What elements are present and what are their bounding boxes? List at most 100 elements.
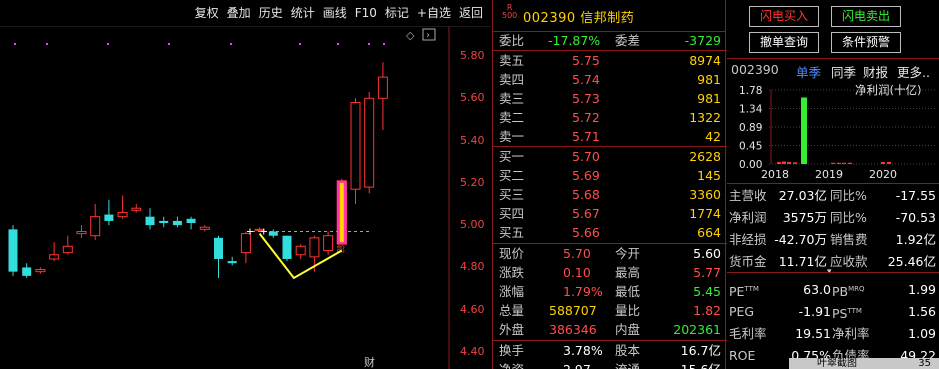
ratio-value: -1.91: [798, 304, 831, 319]
finance-report-marker[interactable]: 财: [364, 355, 375, 369]
toolbar-button-3[interactable]: 统计: [287, 0, 319, 27]
finance-value: -17.55: [895, 188, 936, 203]
bid-row[interactable]: 买一 5.70 2628: [493, 147, 727, 166]
candle[interactable]: [240, 231, 251, 264]
candlestick-chart[interactable]: ◇ ›ஐ财: [0, 27, 491, 369]
info-dot: [337, 43, 339, 45]
candle[interactable]: [323, 231, 334, 255]
bid-volume: 2628: [689, 149, 721, 164]
stat-row: 现价 5.70 今开 5.60: [493, 244, 727, 263]
finance-value: 25.46亿: [887, 254, 936, 269]
candle[interactable]: [49, 242, 60, 262]
stat-value: 386346: [549, 322, 597, 337]
finance-value: -42.70万: [774, 232, 827, 247]
stat-label: 涨幅: [499, 284, 525, 299]
bid-price: 5.68: [572, 187, 600, 202]
candle[interactable]: [364, 91, 375, 194]
bid-row[interactable]: 买四 5.67 1774: [493, 204, 727, 223]
bid-row[interactable]: 买五 5.66 664: [493, 223, 727, 242]
extra-row: 净资 2.97 流通 15.6亿: [493, 360, 727, 369]
chart-toolbar: 复权 叠加 历史 统计 画线 F10 标记 +自选 返回: [0, 0, 491, 27]
finance-value: 27.03亿: [778, 188, 827, 203]
candle[interactable]: [214, 235, 223, 278]
finance-tab-2[interactable]: 财报: [863, 62, 888, 81]
candle[interactable]: [199, 225, 210, 232]
candle[interactable]: [282, 235, 292, 262]
bottom-status-bar: 叶翠截图 35: [789, 358, 939, 369]
side-button-3[interactable]: 条件预警: [831, 32, 901, 53]
finance-tab-3[interactable]: 更多..: [897, 62, 930, 81]
info-dot: [368, 43, 370, 45]
bid-price: 5.67: [572, 206, 600, 221]
bid-row[interactable]: 买二 5.69 145: [493, 166, 727, 185]
ask-row[interactable]: 卖二 5.72 1322: [493, 108, 727, 127]
weibi-value: -17.87%: [548, 33, 601, 48]
side-button-0[interactable]: 闪电买入: [749, 6, 819, 27]
candle[interactable]: [254, 227, 265, 232]
weibi-row: 委比 -17.87% 委差 -3729: [493, 31, 727, 50]
finance-tab-0[interactable]: 单季: [796, 62, 821, 81]
toolbar-button-5[interactable]: F10: [351, 0, 381, 27]
candle[interactable]: [377, 62, 388, 130]
toolbar-button-0[interactable]: 复权: [191, 0, 223, 27]
finance-tab-1[interactable]: 同季: [831, 62, 856, 81]
candle-body: [62, 245, 73, 254]
finance-row: 非经损 -42.70万 销售费 1.92亿: [727, 229, 939, 250]
extra-label: 净资: [499, 360, 524, 369]
candle[interactable]: [76, 225, 87, 238]
ask-label: 卖四: [499, 72, 525, 87]
finance-chart-title: 净利润(十亿): [855, 83, 921, 97]
bid-volume: 664: [697, 225, 721, 240]
candle-body: [172, 220, 182, 226]
diamond-icon[interactable]: ◇: [406, 29, 415, 42]
candle[interactable]: [22, 263, 32, 278]
toolbar-button-2[interactable]: 历史: [255, 0, 287, 27]
candle[interactable]: [145, 208, 155, 230]
price-tick-label: 4.80: [460, 260, 485, 274]
finance-row: 净利润 3575万 同比% -70.53: [727, 207, 939, 228]
ask-row[interactable]: 卖四 5.74 981: [493, 70, 727, 89]
finance-bar: [887, 161, 891, 164]
candle[interactable]: [295, 244, 306, 259]
bid-row[interactable]: 买三 5.68 3360: [493, 185, 727, 204]
ask-row[interactable]: 卖一 5.71 42: [493, 127, 727, 146]
price-tick-label: 5.80: [460, 49, 485, 62]
ask-row[interactable]: 卖三 5.73 981: [493, 89, 727, 108]
stat-label: 总量: [499, 303, 525, 318]
candle[interactable]: [227, 256, 237, 266]
candle[interactable]: [186, 216, 196, 230]
ratio-label: PBMRQ: [832, 284, 865, 300]
candle[interactable]: [159, 216, 169, 228]
stock-title[interactable]: 002390 信邦制药: [523, 7, 634, 26]
candle[interactable]: [62, 235, 73, 255]
side-button-1[interactable]: 闪电卖出: [831, 6, 901, 27]
side-button-2[interactable]: 撤单查询: [749, 32, 819, 53]
info-dot: [299, 43, 301, 45]
toolbar-button-6[interactable]: 标记: [381, 0, 413, 27]
ask-row[interactable]: 卖五 5.75 8974: [493, 51, 727, 70]
toolbar-button-7[interactable]: +自选: [413, 0, 455, 27]
toolbar-button-4[interactable]: 画线: [319, 0, 351, 27]
ratio-label: ROE: [729, 348, 756, 363]
ask-price: 5.72: [572, 110, 600, 125]
candle[interactable]: [8, 225, 18, 276]
candle[interactable]: [35, 267, 46, 274]
candle-body: [282, 235, 292, 259]
candle[interactable]: [104, 199, 114, 226]
bid-volume: 3360: [689, 187, 721, 202]
candle[interactable]: [117, 195, 128, 219]
candle-body: [8, 229, 18, 272]
candle[interactable]: [90, 204, 101, 240]
bottom-number: 35: [918, 358, 931, 369]
toolbar-button-8[interactable]: 返回: [455, 0, 487, 27]
candle-body: [145, 216, 155, 226]
candle[interactable]: [172, 216, 182, 228]
candle[interactable]: [350, 98, 361, 204]
kline-chart-panel[interactable]: 复权 叠加 历史 统计 画线 F10 标记 +自选 返回 ◇ › ஐ 财 5.80 5.60 5.40 5.…: [0, 0, 491, 369]
finance-value: -70.53: [895, 210, 936, 225]
candle[interactable]: [268, 229, 278, 238]
toolbar-button-1[interactable]: 叠加: [223, 0, 255, 27]
stat-row: 总量 588707 量比 1.82: [493, 301, 727, 320]
weicha-value: -3729: [684, 33, 721, 48]
candle[interactable]: [131, 204, 142, 213]
